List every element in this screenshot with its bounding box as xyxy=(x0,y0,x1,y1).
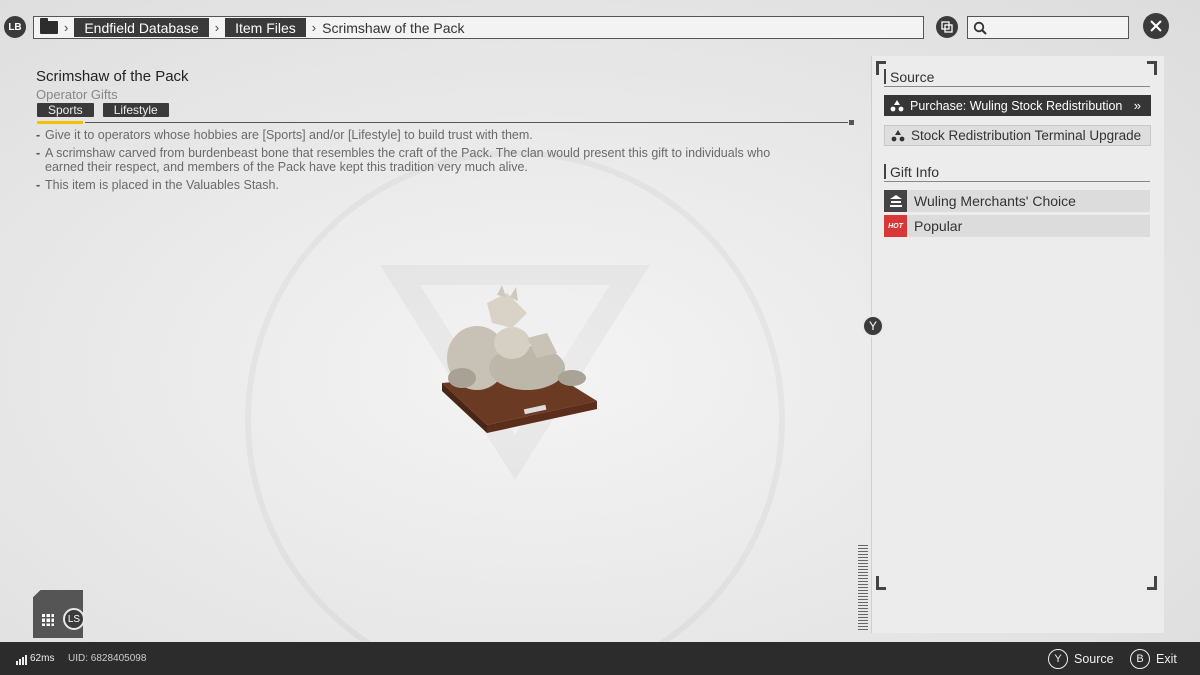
hobby-tags: Sports Lifestyle xyxy=(37,103,169,117)
source-label: Purchase: Wuling Stock Redistribution xyxy=(910,98,1123,113)
folder-icon[interactable] xyxy=(40,18,58,34)
top-bar: LB › Endfield Database › Item Files › Sc… xyxy=(0,0,1200,56)
signal-icon xyxy=(16,655,27,665)
close-x-icon[interactable] xyxy=(1143,13,1169,39)
panel-bracket xyxy=(1147,61,1157,75)
source-button-label: Source xyxy=(1074,652,1114,666)
gift-info-merchants-choice: Wuling Merchants' Choice xyxy=(884,190,1150,212)
lb-button[interactable]: LB xyxy=(4,16,26,38)
tag-sports: Sports xyxy=(37,103,94,117)
section-rule xyxy=(884,181,1150,182)
panel-bracket xyxy=(876,576,886,590)
exit-button-label: Exit xyxy=(1156,652,1177,666)
wolf-scrimshaw-image xyxy=(442,285,597,433)
source-icon xyxy=(891,130,905,142)
uid-text: UID: 6828405098 xyxy=(68,653,147,664)
hot-icon: HOT xyxy=(884,215,907,237)
gift-info-label: Popular xyxy=(914,218,963,234)
bottom-bar: 62ms UID: 6828405098 Y Source B Exit xyxy=(0,642,1200,675)
item-title: Scrimshaw of the Pack xyxy=(36,68,189,85)
y-panel-toggle-button[interactable]: Y xyxy=(862,315,884,337)
chevron-right-icon: › xyxy=(214,20,220,35)
accent-underline xyxy=(37,121,83,124)
divider-end-mark xyxy=(849,120,854,125)
gift-info-popular: HOT Popular xyxy=(884,215,1150,237)
double-chevron-right-icon: » xyxy=(1133,98,1141,113)
y-key-icon: Y xyxy=(1048,649,1068,669)
breadcrumb-current: Scrimshaw of the Pack xyxy=(322,19,465,36)
section-rule xyxy=(884,86,1150,87)
chevron-right-icon: › xyxy=(64,20,69,35)
switch-view-icon[interactable] xyxy=(936,16,958,38)
ls-button[interactable]: LS xyxy=(63,608,85,630)
source-icon xyxy=(890,100,904,112)
search-icon xyxy=(973,21,987,35)
source-item-terminal-upgrade[interactable]: Stock Redistribution Terminal Upgrade xyxy=(884,125,1151,146)
description-line: -A scrimshaw carved from burdenbeast bon… xyxy=(36,146,771,174)
gift-info-label: Wuling Merchants' Choice xyxy=(914,193,1076,209)
chevron-right-icon: › xyxy=(311,20,317,35)
grid-icon xyxy=(42,614,54,626)
breadcrumb: › Endfield Database › Item Files › Scrim… xyxy=(33,16,924,39)
gift-info-heading: Gift Info xyxy=(884,164,939,180)
source-item-purchase[interactable]: Purchase: Wuling Stock Redistribution » xyxy=(884,95,1151,116)
divider xyxy=(85,122,848,123)
item-description: - Give it to operators whose hobbies are … xyxy=(36,128,796,196)
source-label: Stock Redistribution Terminal Upgrade xyxy=(911,128,1142,143)
breadcrumb-item-files[interactable]: Item Files xyxy=(225,18,306,37)
source-heading: Source xyxy=(884,69,934,85)
ping-value: 62ms xyxy=(30,653,55,664)
decorative-barcode xyxy=(858,545,868,630)
source-button[interactable]: Y Source xyxy=(1048,649,1114,669)
b-key-icon: B xyxy=(1130,649,1150,669)
breadcrumb-endfield-database[interactable]: Endfield Database xyxy=(74,18,209,37)
description-line: - Give it to operators whose hobbies are … xyxy=(36,128,533,142)
search-input[interactable] xyxy=(967,16,1129,39)
merchant-icon xyxy=(884,190,907,212)
tag-lifestyle: Lifestyle xyxy=(102,103,169,117)
exit-button[interactable]: B Exit xyxy=(1130,649,1177,669)
item-category: Operator Gifts xyxy=(36,87,118,102)
description-line: - This item is placed in the Valuables St… xyxy=(36,178,279,192)
panel-bracket xyxy=(1147,576,1157,590)
